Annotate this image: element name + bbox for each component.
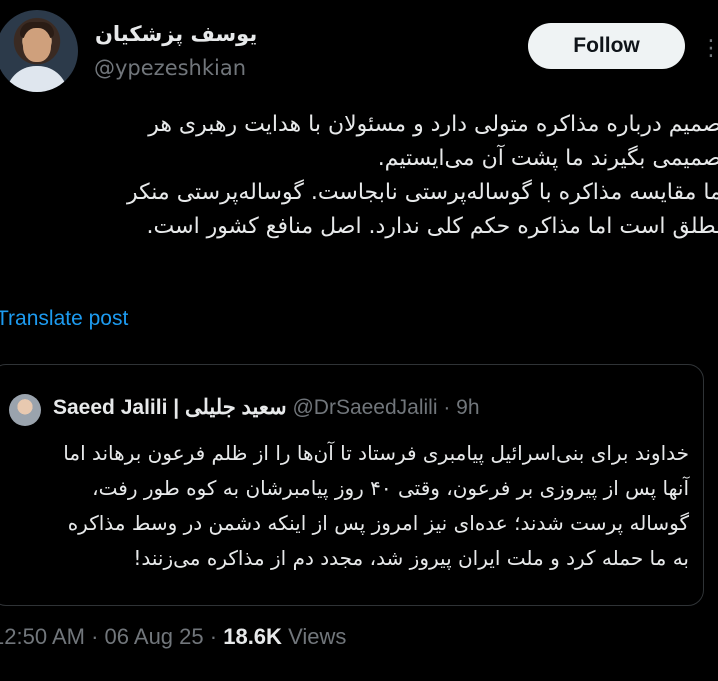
quoted-post[interactable]: Saeed Jalili | سعید جلیلی @DrSaeedJalili…	[0, 364, 704, 606]
post-text-line: اما مقایسه مذاکره با گوساله‌پرستی نابجاس…	[126, 180, 718, 205]
post-text-line: تصمیمی بگیرند ما پشت آن می‌ایستیم.	[377, 146, 718, 171]
follow-button[interactable]: Follow	[528, 23, 685, 69]
quoted-text-line: خداوند برای بنی‌اسرائیل پیامبری فرستاد ت…	[63, 441, 689, 465]
post-time[interactable]: 12:50 AM	[0, 624, 85, 649]
author-handle[interactable]: @ypezeshkian	[94, 56, 246, 80]
separator: ·	[209, 624, 218, 649]
quoted-post-header: Saeed Jalili | سعید جلیلی @DrSaeedJalili…	[53, 395, 480, 420]
views-count[interactable]: 18.6K	[223, 624, 282, 649]
quoted-author-name[interactable]: Saeed Jalili |	[53, 396, 179, 419]
author-avatar[interactable]	[0, 10, 78, 92]
quoted-author-name-fa[interactable]: سعید جلیلی	[185, 396, 287, 419]
quoted-post-time: · 9h	[443, 396, 480, 419]
quoted-author-avatar[interactable]	[9, 394, 41, 426]
quoted-text-line: آنها پس از پیروزی بر فرعون، وقتی ۴۰ روز …	[92, 476, 689, 500]
author-display-name[interactable]: یوسف پزشکیان	[95, 22, 257, 46]
quoted-text-line: گوساله پرست شدند؛ عده‌ای نیز امروز پس از…	[67, 511, 689, 535]
post-header: یوسف پزشکیان @ypezeshkian Follow ⋮	[0, 0, 718, 100]
post-date[interactable]: 06 Aug 25	[105, 624, 204, 649]
post-text-line: مطلق است اما مذاکره حکم کلی ندارد. اصل م…	[146, 214, 718, 239]
translate-post-link[interactable]: Translate post	[0, 307, 128, 331]
quoted-author-handle[interactable]: @DrSaeedJalili	[292, 396, 437, 419]
post-text: تصمیم درباره مذاکره متولی دارد و مسئولان…	[0, 108, 718, 244]
more-options-icon[interactable]: ⋮	[700, 36, 718, 61]
views-label: Views	[288, 624, 347, 649]
quoted-text-line: به ما حمله کرد و ملت ایران پیروز شد، مجد…	[133, 546, 689, 570]
separator: ·	[91, 624, 99, 649]
post-text-line: تصمیم درباره مذاکره متولی دارد و مسئولان…	[148, 112, 718, 137]
quoted-post-text: خداوند برای بنی‌اسرائیل پیامبری فرستاد ت…	[0, 436, 689, 576]
post-metadata: 12:50 AM · 06 Aug 25 · 18.6K Views	[0, 624, 346, 650]
